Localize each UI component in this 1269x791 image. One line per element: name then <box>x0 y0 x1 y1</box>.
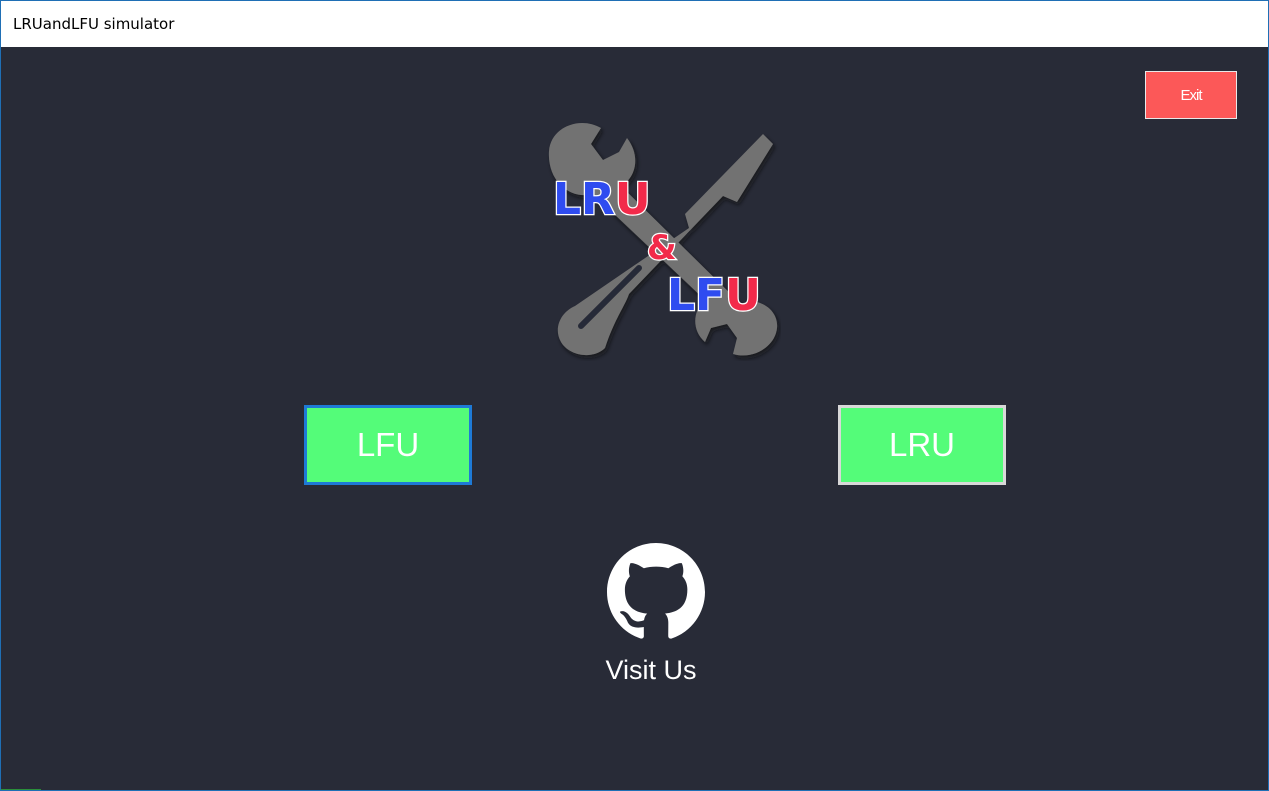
lru-button[interactable]: LRU <box>838 405 1006 485</box>
github-icon[interactable] <box>607 543 705 641</box>
logo: LRU & LFU <box>548 122 778 356</box>
exit-button[interactable]: Exit <box>1145 71 1237 119</box>
window-title: LRUandLFU simulator <box>13 15 175 33</box>
visit-us-link[interactable]: Visit Us <box>601 655 701 686</box>
lfu-button[interactable]: LFU <box>304 405 472 485</box>
app-window: LRUandLFU simulator Exit LRU & LFU LFU L… <box>0 0 1269 791</box>
logo-lru-text: LRU <box>553 174 651 225</box>
title-bar[interactable]: LRUandLFU simulator <box>1 1 1268 47</box>
logo-amp-text: & <box>647 228 677 268</box>
logo-lfu-text: LFU <box>667 270 761 321</box>
